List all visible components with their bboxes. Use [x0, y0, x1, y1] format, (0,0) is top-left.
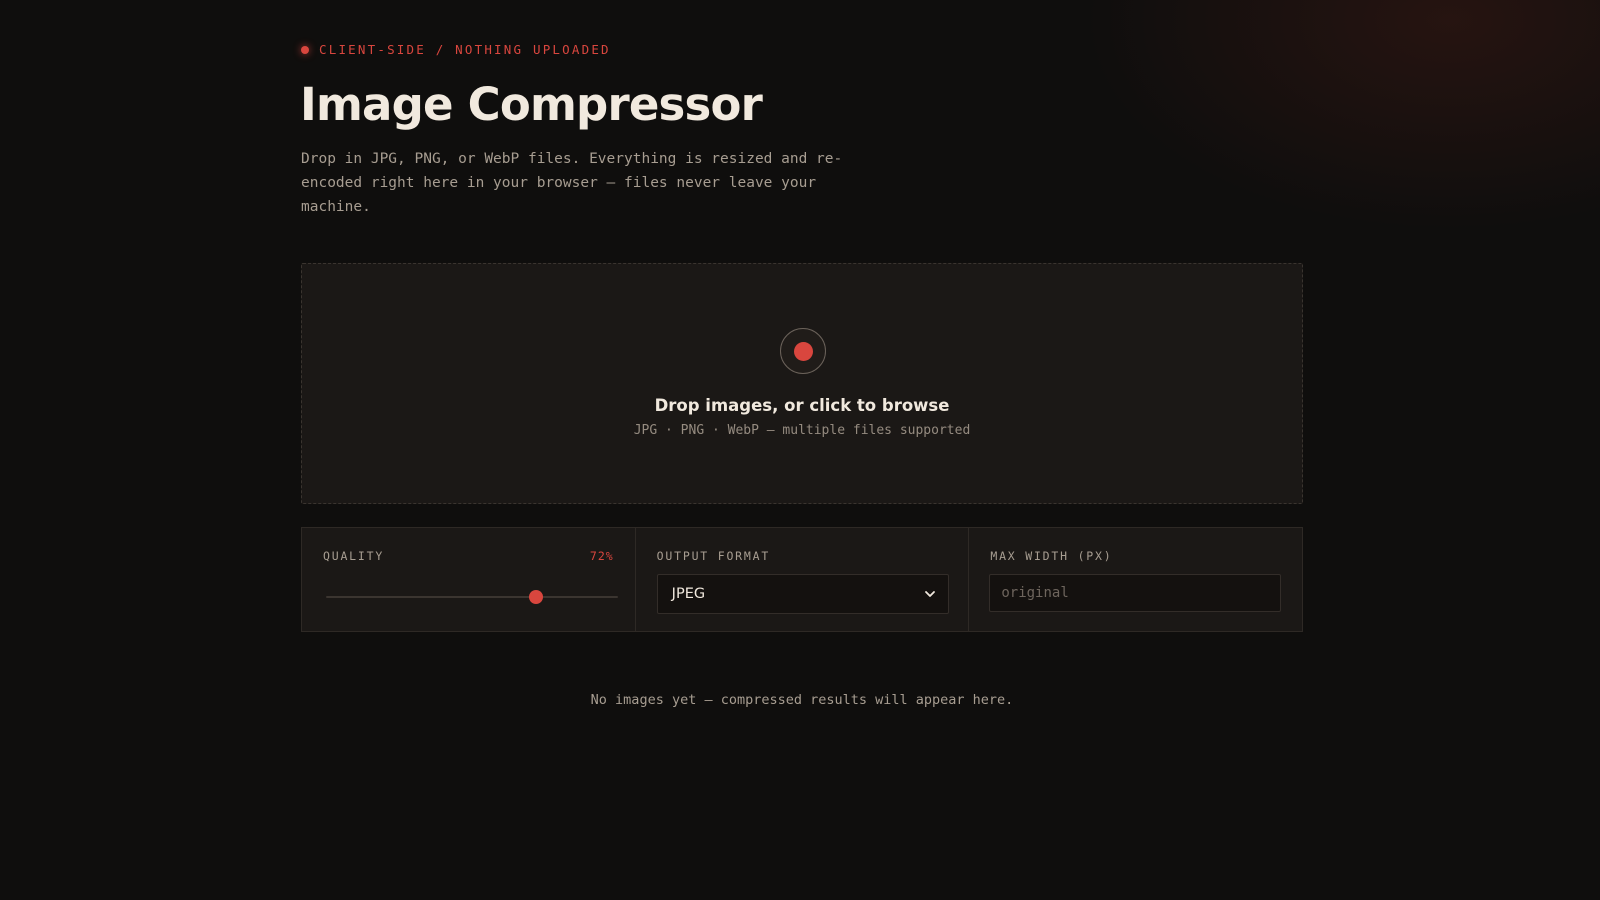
settings-panel: QUALITY 72% OUTPUT FORMAT JPEG MAX WIDTH…	[301, 527, 1303, 632]
quality-slider-thumb[interactable]	[529, 590, 544, 604]
page-description: Drop in JPG, PNG, or WebP files. Everyth…	[301, 151, 843, 215]
format-label: OUTPUT FORMAT	[656, 549, 771, 563]
image-dropzone[interactable]: Drop images, or click to browse JPG · PN…	[301, 263, 1303, 504]
privacy-badge-label: CLIENT-SIDE / NOTHING UPLOADED	[319, 42, 611, 57]
quality-label: QUALITY	[323, 549, 385, 563]
dropzone-title: Drop images, or click to browse	[654, 396, 950, 415]
chevron-down-icon	[924, 591, 935, 597]
results-empty-state: No images yet — compressed results will …	[590, 692, 1014, 708]
page-title: Image Compressor	[300, 78, 763, 131]
quality-control: QUALITY 72%	[302, 528, 636, 631]
status-dot-icon	[301, 45, 309, 54]
max-width-label: MAX WIDTH (PX)	[990, 549, 1113, 563]
format-control: OUTPUT FORMAT JPEG	[636, 528, 970, 631]
record-dot-inner	[793, 341, 813, 361]
quality-slider-track[interactable]	[326, 596, 618, 598]
max-width-input[interactable]	[989, 574, 1282, 612]
privacy-badge: CLIENT-SIDE / NOTHING UPLOADED	[301, 42, 611, 57]
max-width-control: MAX WIDTH (PX)	[969, 528, 1302, 631]
quality-slider[interactable]	[326, 590, 618, 604]
output-format-value: JPEG	[671, 586, 706, 602]
output-format-select[interactable]: JPEG	[656, 574, 949, 614]
record-dot-icon	[780, 328, 826, 374]
quality-value: 72%	[589, 549, 614, 563]
dropzone-subtitle: JPG · PNG · WebP — multiple files suppor…	[633, 423, 971, 438]
